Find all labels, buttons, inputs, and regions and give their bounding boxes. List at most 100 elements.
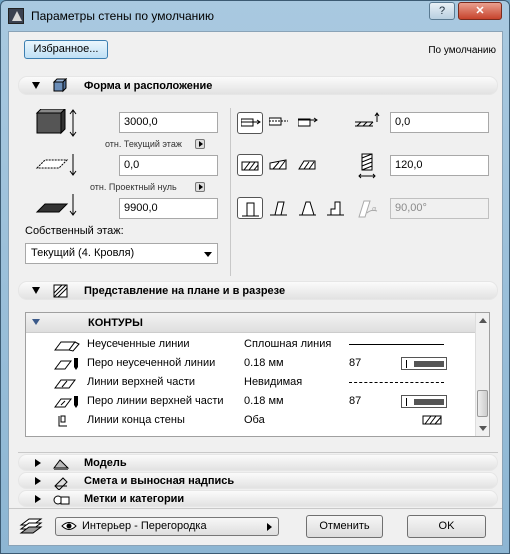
height-ref-arrow-button[interactable] xyxy=(195,139,205,149)
row-value: Сплошная линия xyxy=(244,338,332,350)
section-plan-header[interactable]: Представление на плане и в разрезе xyxy=(18,281,498,300)
wall-straight-tool[interactable] xyxy=(237,154,263,176)
help-button[interactable]: ? xyxy=(429,2,455,20)
list-row-uncut-lines[interactable]: Неусеченные линии Сплошная линия xyxy=(26,335,476,354)
row-name: Перо неусеченной линии xyxy=(87,357,216,369)
window-title: Параметры стены по умолчанию xyxy=(31,9,214,23)
wall-shape-icon xyxy=(52,78,68,93)
collapsed-triangle-icon[interactable] xyxy=(35,459,41,467)
contours-group-header[interactable]: КОНТУРЫ xyxy=(26,313,476,333)
archicad-logo-icon xyxy=(8,8,24,24)
listing-icon xyxy=(54,477,68,490)
base-offset-icon xyxy=(35,154,77,176)
row-name: Линии верхней части xyxy=(87,376,196,388)
elevation-icon xyxy=(35,194,77,216)
offset-ref-arrow-button[interactable] xyxy=(195,182,205,192)
section-shape-header[interactable]: Форма и расположение xyxy=(18,76,498,95)
plan-section-icon xyxy=(53,284,68,298)
default-label: По умолчанию xyxy=(428,45,496,56)
favorite-set-selector[interactable]: Интерьер - Перегородка xyxy=(55,517,279,536)
elevation-input[interactable]: 9900,0 xyxy=(119,198,218,219)
wall-trapezoid-tool[interactable] xyxy=(266,154,292,176)
row-name: Перо линии верхней части xyxy=(87,395,224,407)
list-scrollbar[interactable] xyxy=(475,313,489,436)
pen-uncut-icon xyxy=(54,358,78,370)
section-listing-title: Смета и выносная надпись xyxy=(84,475,235,487)
list-row-overhead-lines[interactable]: Линии верхней части Невидимая xyxy=(26,373,476,392)
favorites-button[interactable]: Избранное... xyxy=(24,40,108,59)
column-divider xyxy=(230,108,231,276)
base-offset-input[interactable]: 0,0 xyxy=(119,155,218,176)
ref-line-center-tool[interactable] xyxy=(266,112,292,134)
dialog-window: Параметры стены по умолчанию ? ✕ Избранн… xyxy=(0,0,510,554)
wall-thickness-input[interactable]: 120,0 xyxy=(390,155,489,176)
list-row-overhead-pen[interactable]: Перо линии верхней части 0.18 мм 87 xyxy=(26,392,476,411)
pen-color-swatch[interactable] xyxy=(401,395,447,408)
section-plan-title: Представление на плане и в разрезе xyxy=(84,285,286,297)
wall-polygon-tool[interactable] xyxy=(295,154,321,176)
eye-icon xyxy=(61,522,77,530)
section-listing-header[interactable]: Смета и выносная надпись xyxy=(18,472,498,490)
ref-line-center-icon xyxy=(269,117,288,126)
list-row-wall-end-lines[interactable]: Линии конца стены Оба xyxy=(26,411,476,430)
uncut-lines-icon xyxy=(54,341,80,352)
slant-angle-icon: α xyxy=(358,200,378,218)
wall-vertical-tool[interactable] xyxy=(237,197,263,219)
chevron-right-icon xyxy=(267,523,272,531)
layers-icon xyxy=(19,518,43,534)
divider xyxy=(18,452,498,453)
cancel-button[interactable]: Отменить xyxy=(306,515,383,538)
contours-group-label: КОНТУРЫ xyxy=(88,317,143,329)
wall-double-slanted-icon xyxy=(299,201,316,216)
dashed-line-preview xyxy=(349,382,444,383)
ref-line-inside-icon xyxy=(298,117,318,127)
overhead-lines-icon xyxy=(54,379,76,389)
model-icon xyxy=(53,459,70,470)
tags-icon xyxy=(53,495,70,505)
scroll-up-icon[interactable] xyxy=(479,318,487,323)
home-story-value: Текущий (4. Кровля) xyxy=(31,247,135,259)
wall-height-input[interactable]: 3000,0 xyxy=(119,112,218,133)
wall-profile-tool[interactable] xyxy=(323,197,349,219)
section-model-header[interactable]: Модель xyxy=(18,454,498,471)
wall-end-lines-icon xyxy=(58,415,67,427)
ref-line-offset-icon xyxy=(355,112,380,127)
expand-triangle-icon[interactable] xyxy=(32,82,40,89)
wall-slanted-tool[interactable] xyxy=(266,197,292,219)
row-value: 0.18 мм xyxy=(244,395,284,407)
ref-line-offset-input[interactable]: 0,0 xyxy=(390,112,489,133)
expand-triangle-icon[interactable] xyxy=(32,287,40,294)
wall-trapezoid-icon xyxy=(269,159,287,170)
collapsed-triangle-icon[interactable] xyxy=(35,495,41,503)
row-value: Оба xyxy=(244,414,265,426)
row-name: Линии конца стены xyxy=(87,414,185,426)
scroll-down-icon[interactable] xyxy=(479,426,487,431)
home-story-label: Собственный этаж: xyxy=(25,225,124,237)
section-model-title: Модель xyxy=(84,457,127,469)
wall-profile-icon xyxy=(327,201,344,216)
wall-double-slanted-tool[interactable] xyxy=(295,197,321,219)
chevron-down-icon xyxy=(204,252,212,257)
scroll-thumb[interactable] xyxy=(477,390,488,417)
section-tags-header[interactable]: Метки и категории xyxy=(18,490,498,507)
collapsed-triangle-icon[interactable] xyxy=(35,477,41,485)
title-bar[interactable]: Параметры стены по умолчанию ? ✕ xyxy=(1,1,509,31)
pen-color-swatch[interactable] xyxy=(401,357,447,370)
ok-button[interactable]: OK xyxy=(407,515,486,538)
row-name: Неусеченные линии xyxy=(87,338,190,350)
wall-thickness-icon xyxy=(358,153,376,179)
plan-settings-list: КОНТУРЫ Неусеченные линии Сплошная линия… xyxy=(25,312,490,437)
wall-polygon-icon xyxy=(298,160,316,170)
ref-line-outside-tool[interactable] xyxy=(237,112,263,134)
solid-line-preview xyxy=(349,344,444,345)
collapse-triangle-icon[interactable] xyxy=(32,319,40,325)
row-value: 0.18 мм xyxy=(244,357,284,369)
list-row-uncut-pen[interactable]: Перо неусеченной линии 0.18 мм 87 xyxy=(26,354,476,373)
pen-number: 87 xyxy=(349,357,362,369)
home-story-select[interactable]: Текущий (4. Кровля) xyxy=(25,243,218,264)
wall-vertical-icon xyxy=(242,202,259,217)
close-button[interactable]: ✕ xyxy=(458,2,502,20)
wall-slanted-icon xyxy=(270,201,287,216)
ref-line-inside-tool[interactable] xyxy=(295,112,321,134)
slant-angle-input[interactable]: 90,00° xyxy=(390,198,489,219)
